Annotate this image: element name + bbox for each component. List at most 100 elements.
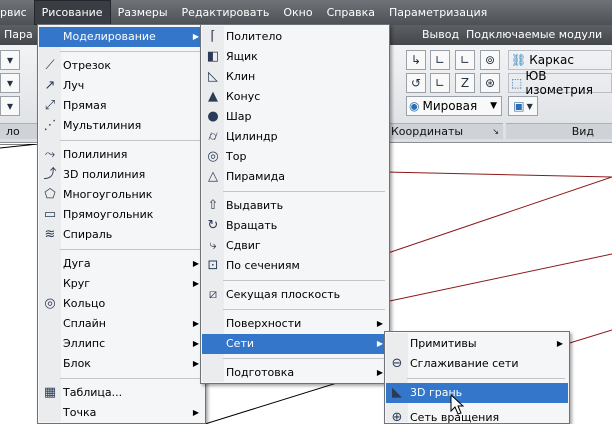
draw-menu-item-17[interactable]: Точка ▶	[39, 403, 204, 423]
ribbon-left-dropdown-2[interactable]: ▾	[0, 73, 20, 93]
draw-menu-item-8[interactable]: ▭ Прямоугольник	[39, 205, 204, 225]
modeling-menu-item-label: Подготовка	[226, 366, 295, 379]
ribbon-left-dropdown-3[interactable]: ▾	[0, 96, 20, 116]
modeling-menu-item-label: Секущая плоскость	[226, 288, 341, 301]
coordinates-title: Координаты	[391, 125, 464, 138]
draw-menu-item-6[interactable]: ⤴ 3D полилиния	[39, 165, 204, 185]
draw-menu-item-label: Отрезок	[63, 59, 112, 72]
visual-style-wireframe[interactable]: ⛓ Каркас	[508, 50, 612, 70]
donut-icon: ◎	[44, 296, 56, 311]
draw-menu-item-label: Спираль	[63, 228, 113, 241]
draw-menu-item-9[interactable]: ≋ Спираль	[39, 225, 204, 245]
menu-modify[interactable]: Редактировать	[175, 0, 277, 25]
modeling-menu-item-6[interactable]: ◎ Тор	[202, 147, 388, 167]
menu-help[interactable]: Справка	[320, 0, 382, 25]
polygon-icon: ⬠	[44, 187, 56, 202]
modeling-menu-item-13[interactable]: Поверхности ▶	[202, 314, 388, 334]
draw-menu-item-0[interactable]: Моделирование ▶	[39, 27, 204, 47]
draw-menu-item-4[interactable]: ⋰ Мультилиния	[39, 116, 204, 136]
draw-menu-item-label: 3D полилиния	[63, 168, 146, 181]
menu-separator	[223, 358, 385, 359]
menu-separator	[60, 378, 201, 379]
iso-view-icon: ⬚	[511, 76, 523, 90]
revolved-mesh-icon: ⊕	[391, 410, 403, 424]
ribbon-tab-plugins[interactable]: Подключаемые модули	[466, 25, 602, 45]
modeling-menu-item-label: Сдвиг	[226, 239, 261, 252]
modeling-menu-item-9[interactable]: ↻ Вращать	[202, 216, 388, 236]
viewport-dropdown[interactable]: ▣ ▼	[508, 96, 538, 116]
draw-menu-item-2[interactable]: ↗ Луч	[39, 76, 204, 96]
draw-menu-item-10[interactable]: Дуга ▶	[39, 254, 204, 274]
mesh-menu-item-1[interactable]: ⊖ Сглаживание сети	[386, 354, 568, 374]
modeling-menu-item-7[interactable]: △ Пирамида	[202, 167, 388, 187]
menu-dimensions[interactable]: Размеры	[111, 0, 175, 25]
ucs-button-7[interactable]: Z	[455, 73, 475, 93]
ribbon-left-dropdown[interactable]: ▾	[0, 50, 20, 70]
modeling-menu-item-1[interactable]: ◧ Ящик	[202, 47, 388, 67]
modeling-menu-item-label: Выдавить	[226, 199, 284, 212]
ucs-button-6[interactable]: ∟	[430, 73, 450, 93]
draw-menu-item-5[interactable]: ⤳ Полилиния	[39, 145, 204, 165]
ucs-world-dropdown[interactable]: ◉ Мировая ▼	[406, 96, 502, 116]
modeling-menu-item-8[interactable]: ⇧ Выдавить	[202, 196, 388, 216]
3d-polyline-icon: ⤴	[43, 167, 57, 182]
modeling-menu-item-10[interactable]: ⤷ Сдвиг	[202, 236, 388, 256]
polysolid-icon: ⌈	[210, 29, 216, 44]
mesh-menu-item-0[interactable]: Примитивы ▶	[386, 334, 568, 354]
menu-parametric[interactable]: Параметризация	[382, 0, 494, 25]
mouse-cursor-icon	[450, 394, 465, 415]
draw-menu-item-16[interactable]: ▦ Таблица...	[39, 383, 204, 403]
view-se-isometric[interactable]: ⬚ ЮВ изометрия	[508, 69, 612, 97]
draw-menu-item-label: Кольцо	[63, 297, 106, 310]
ucs-button-5[interactable]: ↺	[406, 73, 426, 93]
draw-menu-item-3[interactable]: ⤢ Прямая	[39, 96, 204, 116]
draw-menu-item-label: Мультилиния	[63, 119, 142, 132]
polyline-icon: ⤳	[44, 147, 56, 162]
modeling-menu-item-label: Ящик	[226, 50, 258, 63]
ribbon-tab-vyvod[interactable]: Вывод	[422, 25, 459, 45]
modeling-menu-item-14[interactable]: Сети ▶	[202, 334, 388, 354]
submenu-arrow-icon: ▶	[192, 359, 199, 368]
modeling-menu-item-3[interactable]: ▲ Конус	[202, 87, 388, 107]
panel-title-view[interactable]: Вид	[506, 123, 612, 139]
modeling-menu-item-label: Сети	[226, 337, 255, 350]
ucs-button-2[interactable]: ∟	[430, 50, 450, 70]
modeling-submenu: ⌈ Политело ◧ Ящик ◺ Клин ▲ Конус ● Шар ⌭ Цилиндр ◎ То…	[200, 24, 390, 384]
menu-window[interactable]: Окно	[276, 0, 319, 25]
ucs-button-1[interactable]: ↳	[406, 50, 426, 70]
draw-menu-item-11[interactable]: Круг ▶	[39, 274, 204, 294]
menu-service[interactable]: рвис	[0, 0, 34, 25]
submenu-arrow-icon: ▶	[192, 279, 199, 288]
draw-menu-item-7[interactable]: ⬠ Многоугольник	[39, 185, 204, 205]
mline-icon: ⋰	[43, 118, 57, 133]
draw-menu-item-12[interactable]: ◎ Кольцо	[39, 294, 204, 314]
modeling-menu-item-12[interactable]: ⧄ Секущая плоскость	[202, 285, 388, 305]
draw-menu-item-label: Полилиния	[63, 148, 128, 161]
mesh-menu-item-3[interactable]: ⊕ Сеть вращения	[386, 408, 568, 424]
ucs-button-4[interactable]: ⊚	[480, 50, 500, 70]
section-plane-icon: ⧄	[208, 287, 218, 302]
modeling-menu-item-label: Цилиндр	[226, 130, 278, 143]
modeling-menu-item-2[interactable]: ◺ Клин	[202, 67, 388, 87]
ucs-button-3[interactable]: ∟	[455, 50, 475, 70]
menu-draw[interactable]: Рисование	[33, 0, 111, 25]
sweep-icon: ⤷	[209, 238, 217, 253]
menu-separator	[60, 249, 201, 250]
draw-menu-item-14[interactable]: Эллипс ▶	[39, 334, 204, 354]
draw-menu-item-15[interactable]: Блок ▶	[39, 354, 204, 374]
modeling-menu-item-label: Поверхности	[226, 317, 302, 330]
modeling-menu-item-11[interactable]: ⊡ По сечениям	[202, 256, 388, 276]
mesh-menu-item-label: Примитивы	[410, 337, 477, 350]
modeling-menu-item-0[interactable]: ⌈ Политело	[202, 27, 388, 47]
modeling-menu-item-15[interactable]: Подготовка ▶	[202, 363, 388, 383]
panel-title-left[interactable]: ло	[0, 123, 40, 139]
mesh-menu-item-2[interactable]: ◣ 3D грань	[386, 383, 568, 403]
draw-menu-item-13[interactable]: Сплайн ▶	[39, 314, 204, 334]
ribbon-tab-para[interactable]: Пара	[4, 25, 33, 45]
modeling-menu-item-5[interactable]: ⌭ Цилиндр	[202, 127, 388, 147]
panel-title-coordinates[interactable]: Координаты ↘	[385, 123, 503, 139]
ucs-button-8[interactable]: ⊛	[480, 73, 500, 93]
modeling-menu-item-label: Вращать	[226, 219, 278, 232]
modeling-menu-item-4[interactable]: ● Шар	[202, 107, 388, 127]
draw-menu-item-1[interactable]: ⟋ Отрезок	[39, 56, 204, 76]
